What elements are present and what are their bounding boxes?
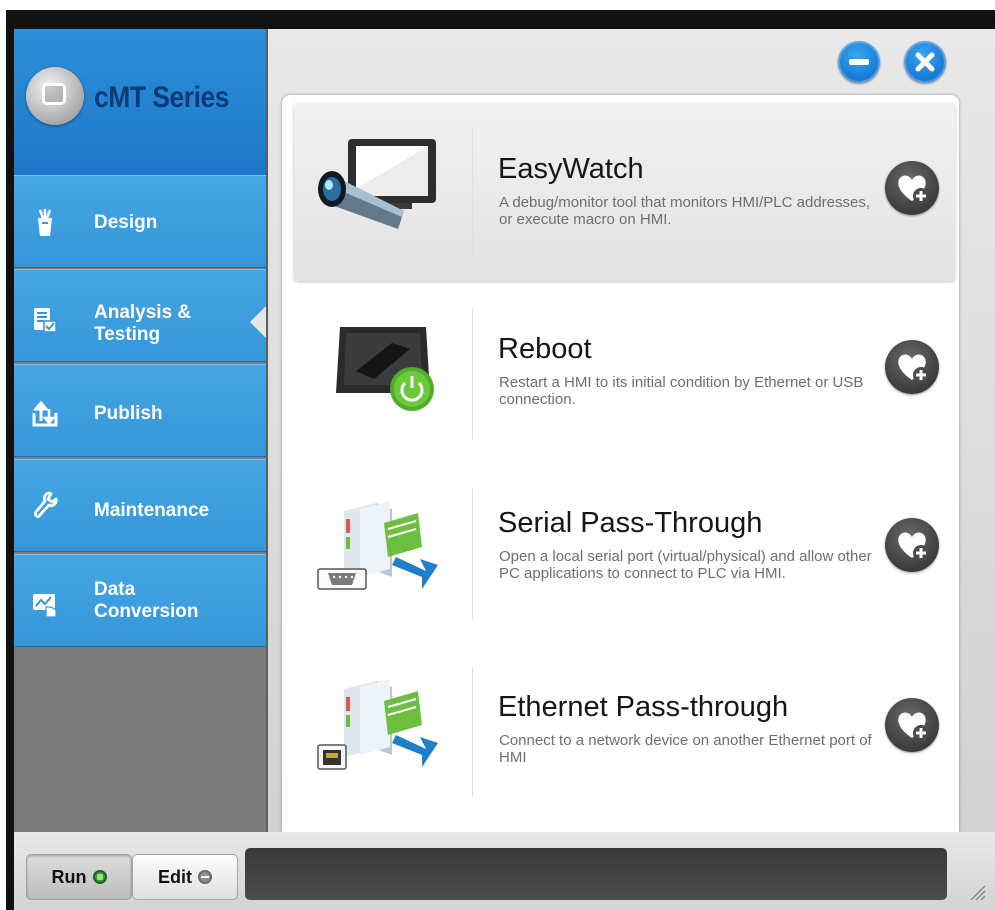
publish-icon <box>32 399 58 429</box>
status-bar <box>245 848 947 900</box>
brand-name: cMT Series <box>94 81 230 114</box>
sidebar-item-data-conversion[interactable]: Data Conversion <box>14 554 266 647</box>
resize-grip-icon[interactable] <box>965 880 987 902</box>
tool-serial-pass-through[interactable]: Serial Pass-Through Open a local serial … <box>294 463 955 641</box>
run-mode-button[interactable]: Run <box>26 854 132 900</box>
heart-plus-icon <box>898 354 929 383</box>
add-tool-button[interactable] <box>885 340 939 394</box>
ethernet-port-icon <box>317 679 438 770</box>
tool-divider <box>472 667 473 797</box>
tool-description: Open a local serial port (virtual/physic… <box>499 548 872 582</box>
run-indicator-icon <box>92 870 107 884</box>
heart-plus-icon <box>898 175 929 204</box>
tool-divider <box>472 309 473 439</box>
edit-mode-button[interactable]: Edit <box>132 854 238 900</box>
tool-description: A debug/monitor tool that monitors HMI/P… <box>499 194 871 228</box>
minus-icon <box>849 59 869 65</box>
tool-title: Ethernet Pass-through <box>498 691 789 723</box>
tool-title: EasyWatch <box>498 153 644 185</box>
sidebar-item-design[interactable]: Design <box>14 175 266 268</box>
sidebar-item-label: Maintenance <box>94 500 210 521</box>
heart-plus-icon <box>898 712 929 741</box>
minimize-button[interactable] <box>838 41 880 83</box>
sidebar-item-label: Publish <box>94 403 163 424</box>
tools-panel: EasyWatch A debug/monitor tool that moni… <box>282 95 959 832</box>
sidebar-item-analysis-testing[interactable]: Analysis & Testing <box>14 269 266 362</box>
tool-easywatch[interactable]: EasyWatch A debug/monitor tool that moni… <box>294 103 955 281</box>
selected-caret-icon <box>250 306 266 338</box>
wrench-icon <box>32 490 58 520</box>
hmi-power-icon <box>336 327 434 411</box>
telescope-monitor-icon <box>318 139 436 229</box>
data-conversion-icon <box>32 589 58 619</box>
sidebar-item-maintenance[interactable]: Maintenance <box>14 459 266 552</box>
tool-divider <box>472 129 473 259</box>
tool-reboot[interactable]: Reboot Restart a HMI to its initial cond… <box>294 283 955 461</box>
tool-title: Serial Pass-Through <box>498 507 763 539</box>
run-label: Run <box>51 866 87 887</box>
add-tool-button[interactable] <box>885 161 939 215</box>
tool-description: Restart a HMI to its initial condition b… <box>499 374 864 408</box>
bottom-bar: Run Edit <box>14 832 995 910</box>
sidebar: cMT Series Design Analysis & Testing Pub… <box>14 29 266 832</box>
app-window: cMT Series Design Analysis & Testing Pub… <box>14 29 995 910</box>
edit-label: Edit <box>158 866 192 887</box>
close-button[interactable] <box>904 41 946 83</box>
serial-port-icon <box>317 501 438 590</box>
design-icon <box>32 208 58 238</box>
sidebar-item-label: Analysis & Testing <box>94 302 192 345</box>
cmt-logo-icon <box>26 67 84 125</box>
tool-divider <box>472 489 473 619</box>
heart-plus-icon <box>898 532 929 561</box>
edit-indicator-icon <box>198 870 212 884</box>
checklist-icon <box>32 304 58 334</box>
close-icon <box>915 52 935 72</box>
tool-title: Reboot <box>498 333 592 365</box>
sidebar-divider <box>266 29 268 832</box>
sidebar-item-label: Design <box>94 212 158 233</box>
add-tool-button[interactable] <box>885 698 939 752</box>
tool-ethernet-pass-through[interactable]: Ethernet Pass-through Connect to a netwo… <box>294 641 955 819</box>
add-tool-button[interactable] <box>885 518 939 572</box>
tool-description: Connect to a network device on another E… <box>499 732 872 766</box>
sidebar-item-label: Data Conversion <box>94 579 199 622</box>
brand-header: cMT Series <box>14 29 266 175</box>
sidebar-item-publish[interactable]: Publish <box>14 364 266 457</box>
